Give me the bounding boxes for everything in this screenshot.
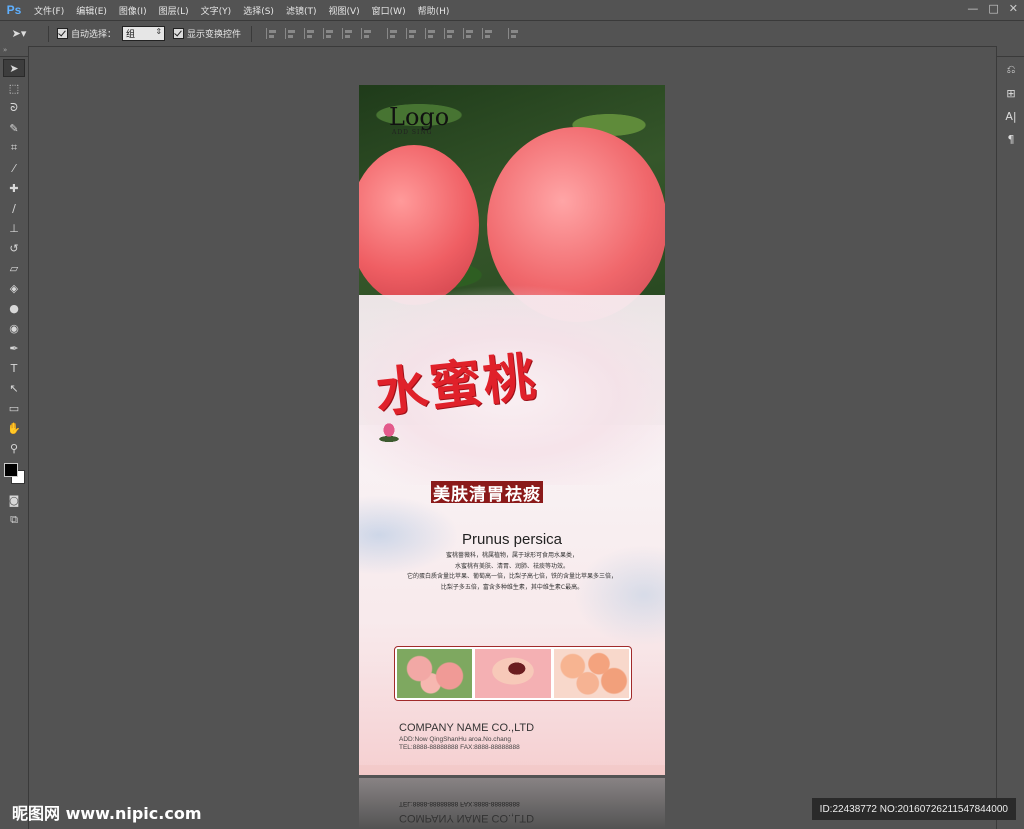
align-vcenter-icon[interactable] <box>285 28 297 39</box>
canvas-document[interactable]: Logo ADD SING 水蜜桃 美肤清胃祛痰 Prunus persica … <box>359 85 665 775</box>
poster-logo-subtitle: ADD SING <box>392 129 433 136</box>
checkbox-checked-icon <box>57 28 68 39</box>
crop-tool-icon[interactable]: ⌗ <box>3 139 25 157</box>
align-top-icon[interactable] <box>266 28 278 39</box>
distribute-buttons <box>387 28 494 39</box>
paint-bucket-tool-icon[interactable]: ◈ <box>3 279 25 297</box>
menu-image[interactable]: 图像(I) <box>113 4 153 17</box>
divider <box>48 25 49 42</box>
divider <box>251 25 253 42</box>
auto-select-checkbox[interactable]: 自动选择： <box>57 27 116 40</box>
history-brush-tool-icon[interactable]: ↺ <box>3 239 25 257</box>
right-panel-dock: ⎌ ⊞ A| ¶ <box>996 46 1024 829</box>
auto-align-layers-icon[interactable] <box>508 28 520 39</box>
options-bar: ➤▾ 自动选择： 组 显示变换控件 <box>0 21 1024 47</box>
description-line: 它的蛋白质含量比苹果、葡萄高一倍，比梨子高七倍，铁的含量比苹果多三倍， <box>406 573 617 580</box>
poster-description: 蜜桃蔷薇科，桃属植物，属于球形可食用水果类， 水蜜桃有美肤、清胃、润肺、祛痰等功… <box>379 551 645 593</box>
align-hcenter-icon[interactable] <box>342 28 354 39</box>
canvas-reflection: TEL:8888-88888888 FAX:8888-88888888 COMP… <box>359 778 665 829</box>
peach-photo-strip <box>394 646 632 701</box>
close-button[interactable]: ✕ <box>1009 2 1018 15</box>
lasso-tool-icon[interactable]: ᘐ <box>3 99 25 117</box>
screen-mode-icon[interactable]: ⧉ <box>3 511 25 529</box>
brush-tool-icon[interactable]: ∕ <box>3 199 25 217</box>
marquee-tool-icon[interactable]: ⬚ <box>3 79 25 97</box>
window-controls: — □ ✕ <box>967 2 1018 15</box>
eraser-tool-icon[interactable]: ▱ <box>3 259 25 277</box>
align-bottom-icon[interactable] <box>304 28 316 39</box>
menu-edit[interactable]: 编辑(E) <box>70 4 113 17</box>
align-buttons <box>266 28 373 39</box>
lotus-icon <box>371 420 407 442</box>
description-line: 比梨子多五倍，富含多种维生素，其中维生素C最高。 <box>440 583 584 591</box>
restore-button[interactable]: □ <box>988 2 998 15</box>
site-watermark: 昵图网 www.nipic.com <box>12 804 202 823</box>
description-line: 水蜜桃有美肤、清胃、润肺、祛痰等功效。 <box>454 562 569 570</box>
menu-help[interactable]: 帮助(H) <box>412 4 456 17</box>
quick-mask-icon[interactable]: ◙ <box>3 491 25 509</box>
distribute-left-icon[interactable] <box>444 28 456 39</box>
show-transform-label: 显示变换控件 <box>187 30 242 40</box>
main-menu: 文件(F) 编辑(E) 图像(I) 图层(L) 文字(Y) 选择(S) 滤镜(T… <box>28 4 455 17</box>
auto-align-buttons <box>508 28 520 39</box>
zoom-tool-icon[interactable]: ⚲ <box>3 439 25 457</box>
peach-photo-3 <box>553 649 629 698</box>
distribute-hcenter-icon[interactable] <box>463 28 475 39</box>
align-right-icon[interactable] <box>361 28 373 39</box>
path-select-tool-icon[interactable]: ↖ <box>3 379 25 397</box>
distribute-bottom-icon[interactable] <box>425 28 437 39</box>
move-tool-preset-icon[interactable]: ➤▾ <box>0 27 38 40</box>
quick-select-tool-icon[interactable]: ✎ <box>3 119 25 137</box>
company-phone: TEL:8888-88888888 FAX:8888-88888888 <box>399 744 520 751</box>
menu-layer[interactable]: 图层(L) <box>153 4 195 17</box>
pen-tool-icon[interactable]: ✒ <box>3 339 25 357</box>
poster-logo: Logo <box>389 103 450 131</box>
reflection-phone: TEL:8888-88888888 FAX:8888-88888888 <box>399 800 520 807</box>
panel-collapse-icon[interactable]: » <box>0 46 28 57</box>
distribute-top-icon[interactable] <box>387 28 399 39</box>
paragraph-panel-icon[interactable]: ¶ <box>1000 129 1022 149</box>
reflection-company: COMPANY NAME CO.,LTD <box>399 812 535 824</box>
menu-select[interactable]: 选择(S) <box>237 4 280 17</box>
company-address: ADD:Now QingShanHu aroa.No.chang <box>399 736 512 743</box>
show-transform-checkbox[interactable]: 显示变换控件 <box>173 27 241 40</box>
properties-panel-icon[interactable]: ⊞ <box>1000 83 1022 103</box>
type-tool-icon[interactable]: T <box>3 359 25 377</box>
align-left-icon[interactable] <box>323 28 335 39</box>
peach-photo-2 <box>475 649 551 698</box>
peach-photo-1 <box>397 649 473 698</box>
foreground-color-swatch[interactable] <box>4 463 18 477</box>
menu-bar: Ps 文件(F) 编辑(E) 图像(I) 图层(L) 文字(Y) 选择(S) 滤… <box>0 0 1024 21</box>
menu-file[interactable]: 文件(F) <box>28 4 70 17</box>
shape-tool-icon[interactable]: ▭ <box>3 399 25 417</box>
panel-collapse-icon[interactable] <box>997 46 1024 57</box>
menu-view[interactable]: 视图(V) <box>322 4 365 17</box>
character-panel-icon[interactable]: A| <box>1000 106 1022 126</box>
history-panel-icon[interactable]: ⎌ <box>1000 60 1022 80</box>
hand-tool-icon[interactable]: ✋ <box>3 419 25 437</box>
color-swatches[interactable] <box>2 461 26 487</box>
move-tool-icon[interactable]: ➤ <box>3 59 25 77</box>
tools-panel: » ➤ ⬚ ᘐ ✎ ⌗ ⁄ ✚ ∕ ⊥ ↺ ▱ ◈ ● ◉ ✒ T ↖ ▭ ✋ … <box>0 46 29 829</box>
eyedropper-tool-icon[interactable]: ⁄ <box>3 159 25 177</box>
poster-slogan: 美肤清胃祛痰 <box>431 481 543 505</box>
menu-window[interactable]: 窗口(W) <box>366 4 412 17</box>
poster-latin-name: Prunus persica <box>461 531 563 548</box>
photoshop-logo-icon: Ps <box>6 3 22 17</box>
clone-stamp-tool-icon[interactable]: ⊥ <box>3 219 25 237</box>
healing-brush-tool-icon[interactable]: ✚ <box>3 179 25 197</box>
dodge-tool-icon[interactable]: ◉ <box>3 319 25 337</box>
menu-type[interactable]: 文字(Y) <box>195 4 238 17</box>
distribute-right-icon[interactable] <box>482 28 494 39</box>
auto-select-dropdown[interactable]: 组 <box>122 26 166 41</box>
blur-tool-icon[interactable]: ● <box>3 299 25 317</box>
checkbox-checked-icon <box>173 28 185 39</box>
auto-select-label: 自动选择： <box>71 30 117 40</box>
description-line: 蜜桃蔷薇科，桃属植物，属于球形可食用水果类， <box>445 552 578 559</box>
minimize-button[interactable]: — <box>967 2 978 15</box>
menu-filter[interactable]: 滤镜(T) <box>280 4 323 17</box>
company-name: COMPANY NAME CO.,LTD <box>399 722 535 734</box>
image-id-watermark: ID:22438772 NO:20160726211547844000 <box>811 798 1016 820</box>
distribute-vcenter-icon[interactable] <box>406 28 418 39</box>
